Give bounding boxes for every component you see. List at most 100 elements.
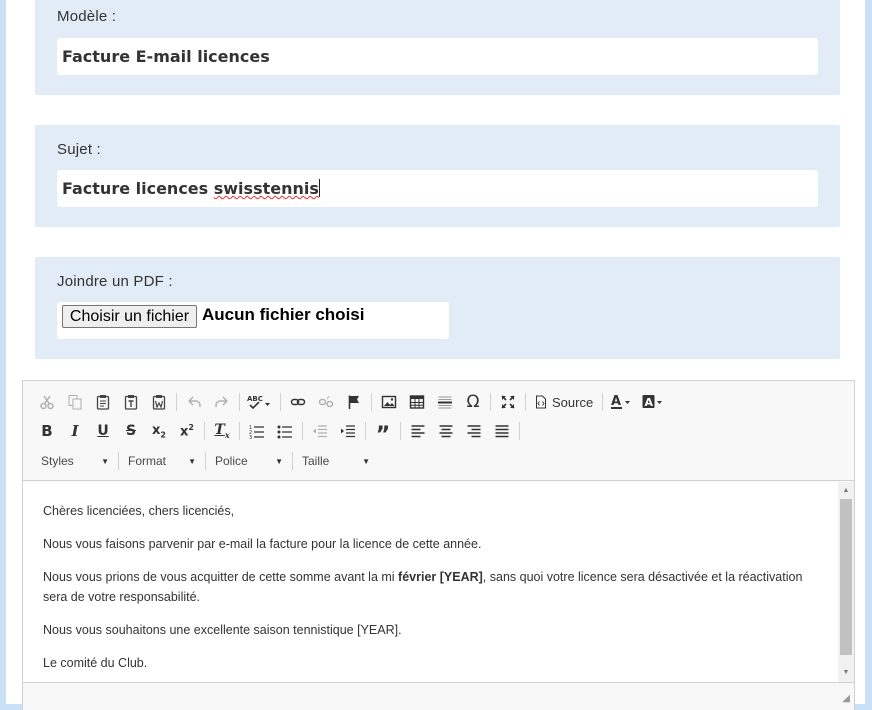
text-color-icon[interactable]: A	[606, 390, 638, 414]
align-right-icon[interactable]	[460, 419, 488, 443]
file-status: Aucun fichier choisi	[202, 305, 365, 324]
background-color-icon[interactable]: A	[638, 390, 670, 414]
toolbar-separator	[176, 393, 177, 411]
police-combo-label: Police	[215, 454, 248, 468]
scrollbar-thumb[interactable]	[840, 499, 852, 655]
modele-label: Modèle :	[57, 8, 117, 25]
svg-text:A: A	[611, 394, 621, 409]
format-combo[interactable]: Format ▼	[122, 450, 202, 472]
toolbar-separator	[205, 452, 206, 470]
remove-format-icon[interactable]: Tx	[208, 419, 236, 443]
svg-text:3: 3	[249, 435, 252, 439]
paste-text-icon[interactable]	[117, 390, 145, 414]
copy-icon[interactable]	[61, 390, 89, 414]
align-center-icon[interactable]	[432, 419, 460, 443]
underline-icon[interactable]: U	[89, 419, 117, 443]
toolbar-separator	[302, 422, 303, 440]
anchor-flag-icon[interactable]	[340, 390, 368, 414]
maximize-icon[interactable]	[494, 390, 522, 414]
toolbar-separator	[602, 393, 604, 411]
align-left-icon[interactable]	[404, 419, 432, 443]
bulleted-list-icon[interactable]	[271, 419, 299, 443]
content-text: Nous vous prions de vous acquitter de ce…	[43, 570, 399, 584]
svg-text:A: A	[645, 396, 654, 409]
svg-text:ABC: ABC	[247, 395, 263, 403]
numbered-list-icon[interactable]: 123	[243, 419, 271, 443]
toolbar-separator	[204, 422, 205, 440]
paste-icon[interactable]	[89, 390, 117, 414]
toolbar-row-1: ABC Ω Source A A	[33, 389, 670, 415]
editor-toolbar: ABC Ω Source A A B I U S x2 x2 Tx 1 2 3 …	[23, 381, 854, 481]
toolbar-separator	[118, 452, 119, 470]
outdent-icon[interactable]	[306, 419, 334, 443]
unlink-icon[interactable]	[312, 390, 340, 414]
horizontal-rule-icon[interactable]	[431, 390, 459, 414]
toolbar-row-2: B I U S x2 x2 Tx 123 ”	[33, 418, 523, 447]
chevron-down-icon: ▼	[101, 456, 109, 466]
taille-combo-label: Taille	[302, 454, 330, 468]
sujet-misspelled-word: swisstennis	[213, 179, 319, 198]
text-caret	[318, 179, 320, 197]
format-combo-label: Format	[128, 454, 167, 468]
chevron-down-icon: ▼	[188, 456, 196, 466]
chevron-down-icon: ▼	[362, 456, 370, 466]
content-paragraph: Nous vous prions de vous acquitter de ce…	[43, 567, 818, 607]
blockquote-icon[interactable]: ”	[369, 419, 397, 447]
indent-icon[interactable]	[334, 419, 362, 443]
choose-file-button[interactable]: Choisir un fichier	[62, 305, 197, 328]
spellcheck-icon[interactable]: ABC	[243, 390, 277, 414]
toolbar-separator	[519, 422, 520, 440]
pdf-panel: Joindre un PDF : Choisir un fichier Aucu…	[35, 257, 840, 359]
table-icon[interactable]	[403, 390, 431, 414]
italic-icon[interactable]: I	[61, 419, 89, 443]
page: Modèle : Facture E-mail licences Sujet :…	[6, 0, 865, 710]
toolbar-separator	[525, 393, 526, 411]
redo-icon[interactable]	[208, 390, 236, 414]
editor-content[interactable]: Chères licenciées, chers licenciés, Nous…	[23, 482, 838, 682]
toolbar-separator	[365, 422, 366, 440]
source-icon	[536, 395, 546, 409]
scroll-up-icon[interactable]: ▲	[838, 484, 854, 498]
toolbar-separator	[371, 393, 372, 411]
cut-icon[interactable]	[33, 390, 61, 414]
content-paragraph: Nous vous souhaitons une excellente sais…	[43, 623, 402, 637]
subscript-icon[interactable]: x2	[145, 419, 173, 443]
modele-panel: Modèle : Facture E-mail licences	[35, 0, 840, 95]
content-bold-text: février [YEAR]	[398, 570, 483, 584]
toolbar-separator	[239, 393, 240, 411]
taille-combo[interactable]: Taille ▼	[296, 450, 376, 472]
styles-combo[interactable]: Styles ▼	[35, 450, 115, 472]
police-combo[interactable]: Police ▼	[209, 450, 289, 472]
source-label: Source	[552, 394, 594, 410]
resize-handle-icon[interactable]: ◢	[842, 693, 850, 704]
image-icon[interactable]	[375, 390, 403, 414]
sujet-panel: Sujet : Facture licences swisstennis	[35, 125, 840, 227]
sujet-value-prefix: Facture licences	[62, 179, 214, 198]
editor-scrollbar[interactable]: ▲ ▼	[838, 482, 854, 682]
content-paragraph: Chères licenciées, chers licenciés,	[43, 504, 235, 518]
toolbar-separator	[400, 422, 401, 440]
sujet-label: Sujet :	[57, 141, 101, 158]
editor-bottom-bar: ◢	[23, 682, 854, 710]
pdf-label: Joindre un PDF :	[57, 273, 173, 290]
modele-input[interactable]: Facture E-mail licences	[57, 38, 818, 75]
toolbar-separator	[490, 393, 491, 411]
scroll-down-icon[interactable]: ▼	[838, 666, 854, 680]
toolbar-row-3: Styles ▼ Format ▼ Police ▼ Taille ▼	[35, 448, 376, 474]
sujet-input[interactable]: Facture licences swisstennis	[57, 170, 818, 207]
superscript-icon[interactable]: x2	[173, 419, 201, 443]
source-button[interactable]: Source	[529, 390, 599, 414]
undo-icon[interactable]	[180, 390, 208, 414]
chevron-down-icon: ▼	[275, 456, 283, 466]
content-paragraph: Le comité du Club.	[43, 656, 148, 670]
bold-icon[interactable]: B	[33, 419, 61, 443]
toolbar-separator	[280, 393, 281, 411]
strikethrough-icon[interactable]: S	[117, 419, 145, 443]
toolbar-separator	[292, 452, 293, 470]
content-paragraph: Nous vous faisons parvenir par e-mail la…	[43, 537, 482, 551]
special-char-omega-icon[interactable]: Ω	[459, 390, 487, 414]
paste-word-icon[interactable]	[145, 390, 173, 414]
rich-text-editor: ABC Ω Source A A B I U S x2 x2 Tx 1 2 3 …	[22, 380, 855, 710]
align-justify-icon[interactable]	[488, 419, 516, 443]
link-icon[interactable]	[284, 390, 312, 414]
